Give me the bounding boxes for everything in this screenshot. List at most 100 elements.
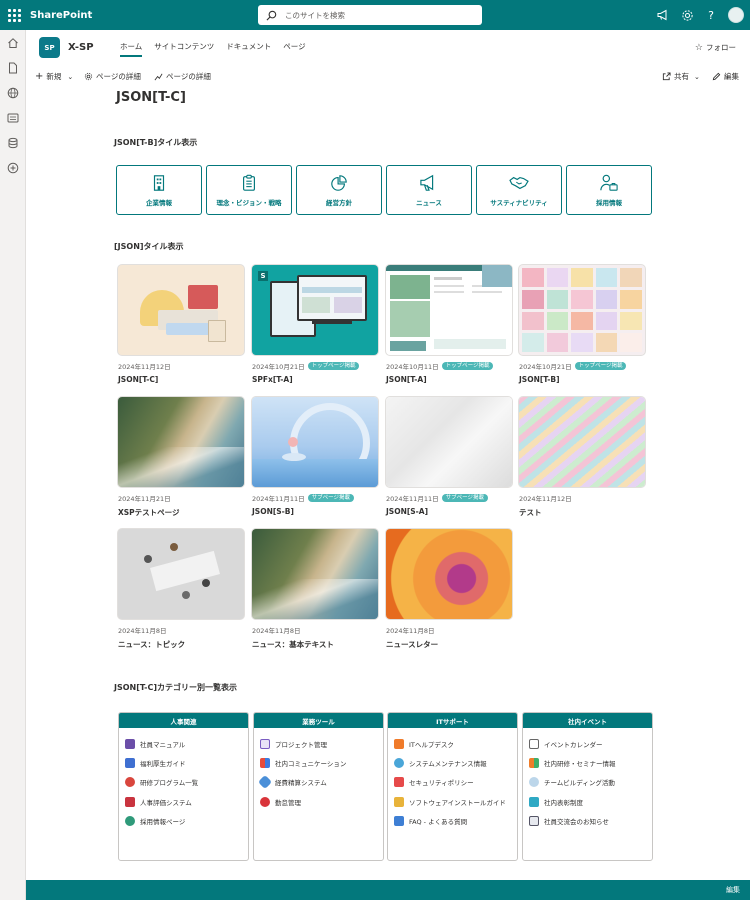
news-date: 2024年10月21日: [519, 363, 572, 371]
news-title: JSON[S-A]: [386, 507, 429, 516]
tile-sustainability[interactable]: サスティナビリティ: [476, 165, 562, 215]
category-link[interactable]: 社内研修・セミナー情報: [529, 753, 646, 772]
news-card[interactable]: 2024年11月11日 サブページ掲載 JSON[S-B]: [252, 397, 378, 516]
news-title: SPFx[T-A]: [252, 375, 293, 384]
share-button[interactable]: 共有 ⌄: [662, 71, 700, 82]
news-card[interactable]: 2024年11月12日 テスト: [519, 397, 645, 518]
nav-home[interactable]: ホーム: [114, 41, 148, 57]
new-label: 新規: [46, 72, 62, 81]
database-icon[interactable]: [0, 130, 26, 155]
site-logo[interactable]: SP: [39, 37, 60, 58]
tile-label: 経営方針: [326, 198, 352, 207]
category-link[interactable]: 採用情報ページ: [125, 811, 242, 830]
book-icon: [125, 738, 135, 749]
news-date: 2024年11月21日: [118, 495, 171, 503]
analytics-icon: [154, 73, 163, 81]
site-name[interactable]: X-SP: [68, 42, 94, 53]
tile-management-policy[interactable]: 経営方針: [296, 165, 382, 215]
news-title: JSON[T-C]: [118, 375, 159, 384]
app-name[interactable]: SharePoint: [30, 10, 92, 21]
add-icon[interactable]: [0, 155, 26, 180]
news-card[interactable]: 2024年11月8日 ニュースレター: [386, 529, 512, 650]
category-link[interactable]: 経費精算システム: [257, 773, 377, 792]
page-analytics-button[interactable]: ページの詳細: [154, 71, 211, 82]
category-link[interactable]: プロジェクト管理: [260, 734, 377, 753]
clipboard-icon: [243, 174, 255, 191]
category-link[interactable]: FAQ - よくある質問: [394, 811, 511, 830]
news-thumbnail: [118, 397, 244, 487]
building-icon: [153, 174, 165, 191]
globe-icon[interactable]: [0, 80, 26, 105]
news-title: ニュース：トピック: [118, 640, 186, 649]
category-link[interactable]: システムメンテナンス情報: [394, 753, 511, 772]
news-card[interactable]: 2024年10月11日 トップページ掲載 JSON[T-A]: [386, 265, 512, 384]
news-card[interactable]: 2024年11月8日 ニュース：トピック: [118, 529, 244, 650]
news-title: JSON[S-B]: [252, 507, 294, 516]
category-link[interactable]: ソフトウェアインストールガイド: [394, 792, 511, 811]
category-link[interactable]: セキュリティポリシー: [394, 773, 511, 792]
page-details-button[interactable]: ページの詳細: [84, 71, 141, 82]
nav-site-contents[interactable]: サイトコンテンツ: [148, 41, 220, 57]
edit-button[interactable]: 編集: [712, 71, 739, 82]
category-link[interactable]: 福利厚生ガイド: [125, 753, 242, 772]
faq-icon: [394, 815, 404, 826]
category-link[interactable]: イベントカレンダー: [529, 734, 646, 753]
person-briefcase-icon: [600, 174, 618, 191]
news-date: 2024年11月12日: [118, 363, 171, 371]
category-link[interactable]: ITヘルプデスク: [394, 734, 511, 753]
news-date: 2024年11月8日: [118, 627, 167, 635]
category-link[interactable]: 人事評価システム: [125, 792, 242, 811]
edit-label: 編集: [724, 72, 739, 81]
bottom-edit-bar: 編集: [26, 880, 750, 900]
star-icon: ☆: [694, 42, 703, 53]
news-date: 2024年10月11日: [386, 363, 439, 371]
category-link[interactable]: 社内コミュニケーション: [260, 753, 377, 772]
chevron-down-icon: ⌄: [67, 72, 74, 81]
nav-documents[interactable]: ドキュメント: [220, 41, 277, 57]
category-link[interactable]: 社員マニュアル: [125, 734, 242, 753]
tiles-section-title: JSON[T-B]タイル表示: [114, 138, 198, 147]
category-header: 業務ツール: [254, 713, 383, 728]
nav-pages[interactable]: ページ: [277, 41, 311, 57]
status-badge: トップページ掲載: [307, 362, 360, 370]
news-card[interactable]: 2024年10月21日 トップページ掲載 JSON[T-B]: [519, 265, 645, 384]
megaphone-icon[interactable]: [656, 8, 670, 22]
document-icon: [394, 738, 404, 749]
bottom-edit-button[interactable]: 編集: [726, 885, 740, 895]
category-link[interactable]: 社内表彰制度: [529, 792, 646, 811]
news-thumbnail: [386, 397, 512, 487]
category-column-hr: 人事関連 社員マニュアル 福利厚生ガイド 研修プログラム一覧 人事評価システム …: [118, 712, 249, 861]
category-link[interactable]: チームビルディング活動: [529, 773, 646, 792]
news-card[interactable]: S 2024年10月21日 トップページ掲載 SPFx[T-A]: [252, 265, 378, 384]
tile-news[interactable]: ニュース: [386, 165, 472, 215]
plus-icon: +: [35, 71, 44, 82]
category-link[interactable]: 研修プログラム一覧: [125, 773, 242, 792]
search-box[interactable]: このサイトを検索: [258, 5, 482, 25]
gear-icon[interactable]: [680, 8, 694, 22]
main-content: SP X-SP ホーム サイトコンテンツ ドキュメント ページ ☆ フォロー +…: [26, 30, 750, 880]
app-launcher-icon[interactable]: [1, 0, 27, 30]
benefits-icon: [125, 757, 135, 768]
tile-vision-strategy[interactable]: 理念・ビジョン・戦略: [206, 165, 292, 215]
news-card[interactable]: 2024年11月8日 ニュース：基本テキスト: [252, 529, 378, 650]
help-icon[interactable]: ?: [704, 8, 718, 22]
news-card[interactable]: 2024年11月21日 XSPテストページ: [118, 397, 244, 518]
search-icon: [266, 10, 277, 20]
tile-company-info[interactable]: 企業情報: [116, 165, 202, 215]
news-thumbnail: [118, 529, 244, 619]
news-icon[interactable]: [0, 105, 26, 130]
tile-label: サスティナビリティ: [490, 198, 548, 207]
tile-recruitment[interactable]: 採用情報: [566, 165, 652, 215]
follow-button[interactable]: ☆ フォロー: [695, 42, 736, 53]
news-card[interactable]: 2024年11月11日 サブページ掲載 JSON[S-A]: [386, 397, 512, 516]
document-icon[interactable]: [0, 55, 26, 80]
home-icon[interactable]: [0, 30, 26, 55]
new-button[interactable]: + 新規 ⌄: [35, 71, 73, 82]
category-link[interactable]: 社員交流会のお知らせ: [529, 811, 646, 830]
news-card[interactable]: 2024年11月12日 JSON[T-C]: [118, 265, 244, 384]
avatar[interactable]: [728, 7, 744, 23]
page-title: JSON[T-C]: [116, 90, 186, 105]
category-link[interactable]: 勤怠管理: [260, 792, 377, 811]
news-title: JSON[T-A]: [386, 375, 427, 384]
site-nav: ホーム サイトコンテンツ ドキュメント ページ: [114, 41, 312, 57]
